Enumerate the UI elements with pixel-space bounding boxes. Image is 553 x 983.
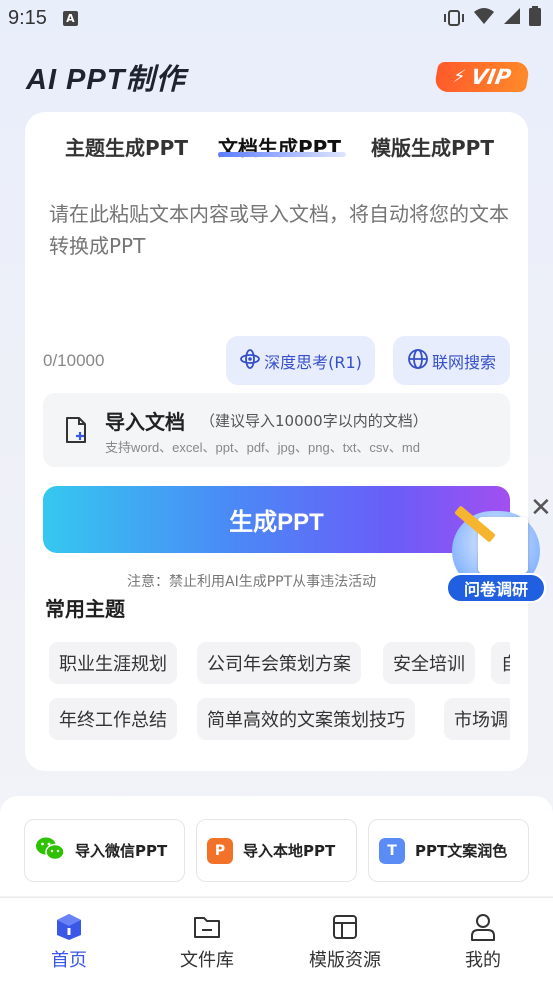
nav-label: 模版资源 — [309, 950, 381, 971]
text-input[interactable] — [49, 198, 509, 348]
text-icon: T — [379, 837, 405, 864]
ppt-file-icon: P — [207, 837, 233, 864]
app-title: AI PPT制作 — [26, 64, 186, 96]
survey-widget[interactable]: ✕ 问卷调研 — [446, 495, 552, 607]
battery-icon — [529, 5, 541, 31]
bottom-nav: 首页 文件库 模版资源 我的 — [0, 897, 553, 983]
generate-ppt-button[interactable]: 生成PPT — [43, 486, 510, 553]
deep-think-label: 深度思考(R1) — [264, 352, 362, 372]
tab-template[interactable]: 模版生成PPT — [371, 132, 494, 161]
import-document-button[interactable]: 导入文档 （建议导入10000字以内的文档） 支持word、excel、ppt、… — [43, 393, 510, 467]
tool-label: 导入微信PPT — [75, 842, 168, 860]
wifi-icon — [473, 7, 495, 30]
import-title: 导入文档 — [105, 410, 185, 434]
topic-chip[interactable]: 公司年会策划方案 — [197, 642, 361, 684]
wechat-icon — [35, 836, 65, 866]
web-search-label: 联网搜索 — [431, 352, 496, 372]
active-tab-indicator — [218, 152, 346, 157]
import-supported-types: 支持word、excel、ppt、pdf、jpg、png、txt、csv、md — [105, 440, 420, 455]
document-add-icon — [64, 416, 88, 448]
nav-file-library[interactable]: 文件库 — [157, 912, 257, 972]
topic-chip[interactable]: 简单高效的文案策划技巧 — [197, 698, 415, 740]
tool-label: 导入本地PPT — [243, 842, 336, 860]
user-icon — [468, 912, 498, 942]
folder-icon — [192, 912, 222, 942]
nav-home[interactable]: 首页 — [19, 912, 119, 972]
nav-label: 我的 — [465, 950, 501, 971]
deep-think-toggle[interactable]: 深度思考(R1) — [226, 336, 375, 385]
deep-think-icon — [239, 348, 261, 374]
lightning-icon: ⚡ — [451, 67, 467, 87]
signal-icon — [503, 7, 521, 30]
tool-label: PPT文案润色 — [415, 842, 508, 860]
tab-topic[interactable]: 主题生成PPT — [65, 132, 188, 161]
topic-chip[interactable]: 安全培训 — [383, 642, 475, 684]
status-icons — [443, 5, 541, 31]
template-icon — [330, 912, 360, 942]
import-local-ppt-button[interactable]: P 导入本地PPT — [196, 819, 357, 882]
mode-tabs: 主题生成PPT 文档生成PPT 模版生成PPT — [25, 132, 528, 162]
legal-notice: 注意：禁止利用AI生成PPT从事违法活动 — [127, 574, 377, 590]
topic-chip[interactable]: 职业生涯规划 — [49, 642, 177, 684]
topic-chip[interactable]: 市场调 — [444, 698, 510, 740]
status-bar: 9:15 A — [0, 0, 553, 36]
tools-panel: 导入微信PPT P 导入本地PPT T PPT文案润色 — [0, 796, 553, 896]
survey-label: 问卷调研 — [446, 573, 546, 603]
topic-chips: 职业生涯规划 公司年会策划方案 安全培训 自 年终工作总结 简单高效的文案策划技… — [49, 642, 510, 742]
web-search-toggle[interactable]: 联网搜索 — [393, 336, 510, 385]
common-topics-title: 常用主题 — [45, 597, 125, 621]
vip-label: VIP — [469, 65, 513, 89]
import-hint: （建议导入10000字以内的文档） — [200, 412, 428, 430]
nav-label: 文件库 — [180, 950, 234, 971]
vibrate-icon — [443, 10, 465, 26]
main-card: 主题生成PPT 文档生成PPT 模版生成PPT 0/10000 深度思考(R1)… — [25, 112, 528, 771]
char-count: 0/10000 — [43, 351, 105, 370]
status-time: 9:15 — [8, 6, 47, 29]
ppt-copy-polish-button[interactable]: T PPT文案润色 — [368, 819, 529, 882]
home-icon — [54, 912, 84, 942]
import-wechat-ppt-button[interactable]: 导入微信PPT — [24, 819, 185, 882]
close-icon[interactable]: ✕ — [530, 495, 552, 521]
vip-button[interactable]: ⚡ VIP — [433, 62, 531, 92]
topic-chip[interactable]: 自 — [491, 642, 510, 684]
nav-template-resources[interactable]: 模版资源 — [295, 912, 395, 972]
nav-profile[interactable]: 我的 — [433, 912, 533, 972]
globe-icon — [407, 348, 429, 374]
nav-label: 首页 — [51, 950, 87, 971]
topic-chip[interactable]: 年终工作总结 — [49, 698, 177, 740]
notification-icon: A — [62, 10, 78, 26]
